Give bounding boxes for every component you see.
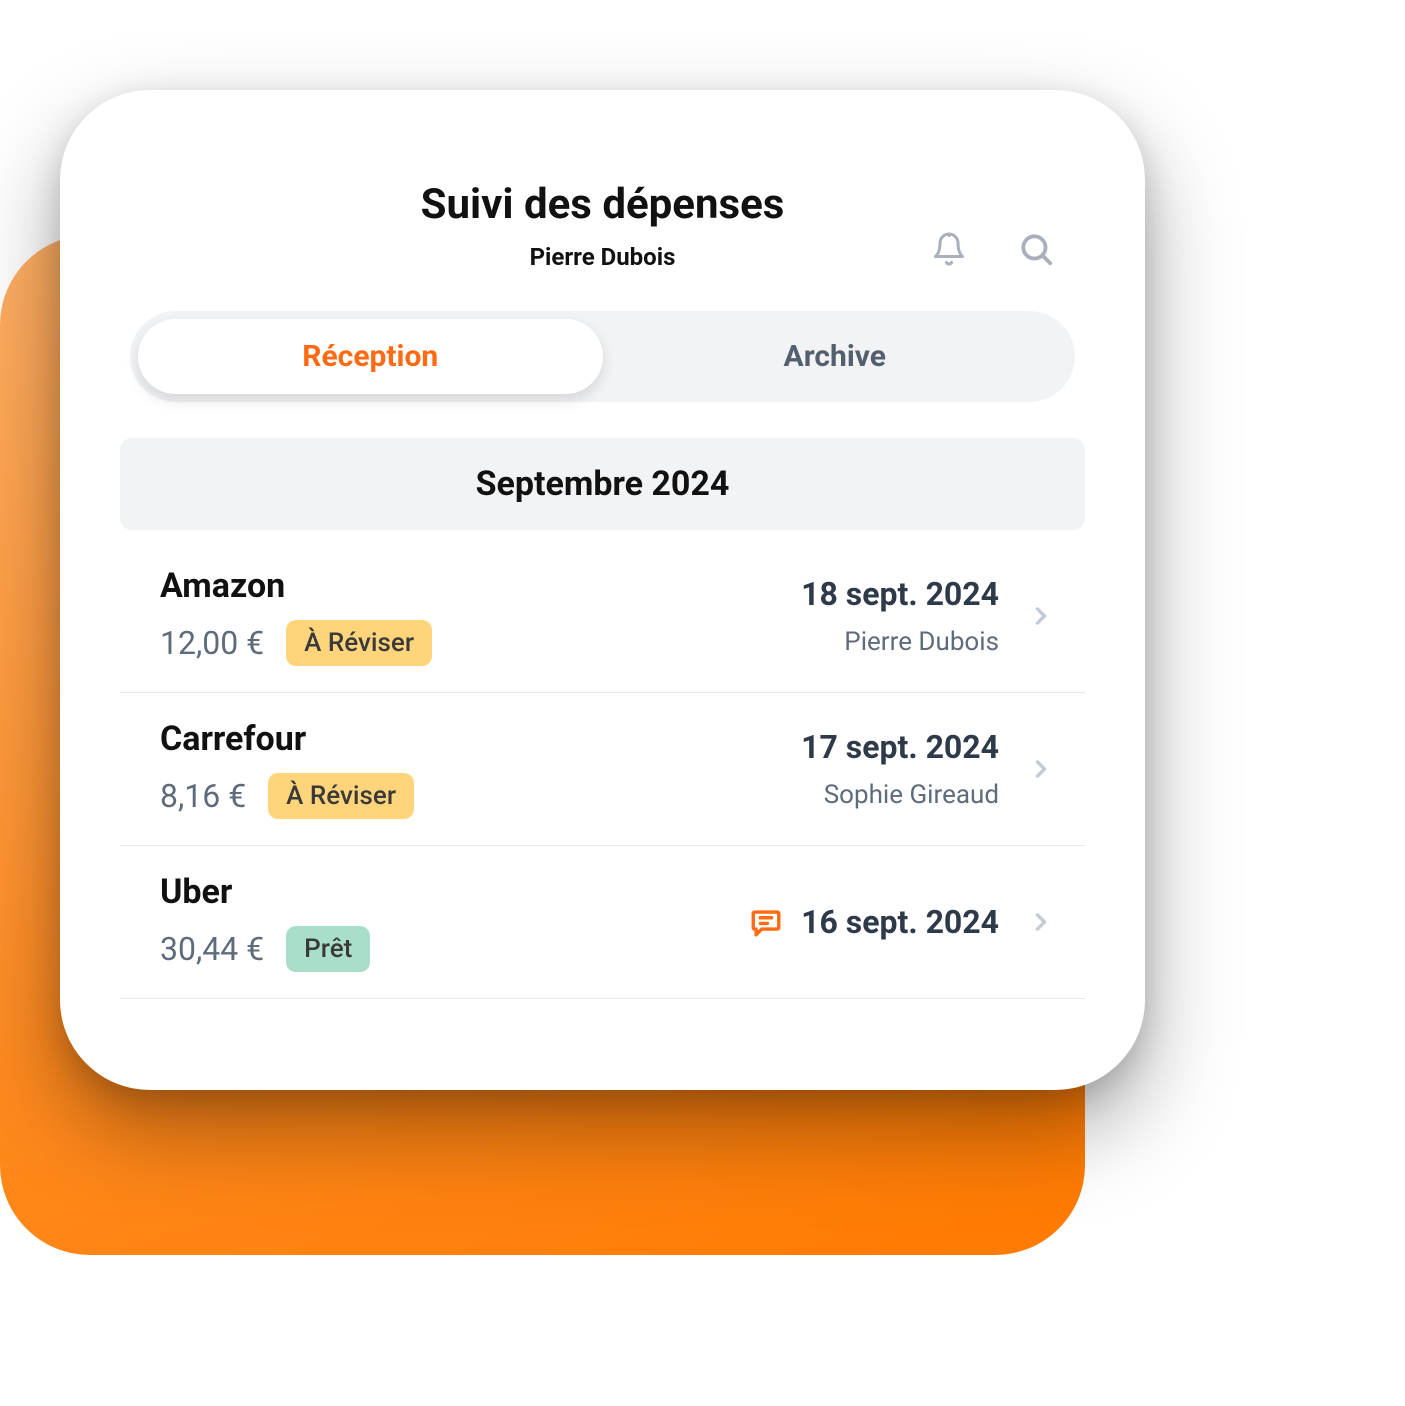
status-badge: À Réviser: [268, 773, 414, 819]
chevron-right-icon: [1027, 602, 1055, 630]
page-title: Suivi des dépenses: [120, 180, 1085, 229]
tab-inbox[interactable]: Réception: [138, 319, 603, 394]
expense-date: 16 sept. 2024: [801, 903, 999, 941]
expense-tracker-card: Suivi des dépenses Pierre Dubois: [60, 90, 1145, 1090]
expense-amount: 12,00 €: [160, 624, 264, 662]
expense-vendor: Uber: [160, 872, 749, 912]
expense-row[interactable]: Carrefour 8,16 € À Réviser 17 sept. 2024…: [120, 693, 1085, 846]
expense-amount: 8,16 €: [160, 777, 246, 815]
expense-row[interactable]: Amazon 12,00 € À Réviser 18 sept. 2024 P…: [120, 540, 1085, 693]
expense-row[interactable]: Uber 30,44 € Prêt 16 sept. 2024: [120, 846, 1085, 999]
expense-date: 18 sept. 2024: [801, 575, 999, 613]
month-section-header: Septembre 2024: [120, 438, 1085, 530]
status-badge: À Réviser: [286, 620, 432, 666]
header: Suivi des dépenses Pierre Dubois: [120, 180, 1085, 271]
tab-archive[interactable]: Archive: [603, 319, 1068, 394]
chevron-right-icon: [1027, 908, 1055, 936]
chevron-right-icon: [1027, 755, 1055, 783]
bell-icon[interactable]: [931, 231, 967, 267]
status-badge: Prêt: [286, 926, 370, 972]
message-icon: [749, 905, 783, 939]
search-icon[interactable]: [1017, 230, 1055, 268]
expense-vendor: Amazon: [160, 566, 801, 606]
tab-bar: Réception Archive: [130, 311, 1075, 402]
expense-person: Sophie Gireaud: [801, 780, 999, 810]
expense-vendor: Carrefour: [160, 719, 801, 759]
expense-amount: 30,44 €: [160, 930, 264, 968]
expense-person: Pierre Dubois: [801, 627, 999, 657]
expense-date: 17 sept. 2024: [801, 728, 999, 766]
